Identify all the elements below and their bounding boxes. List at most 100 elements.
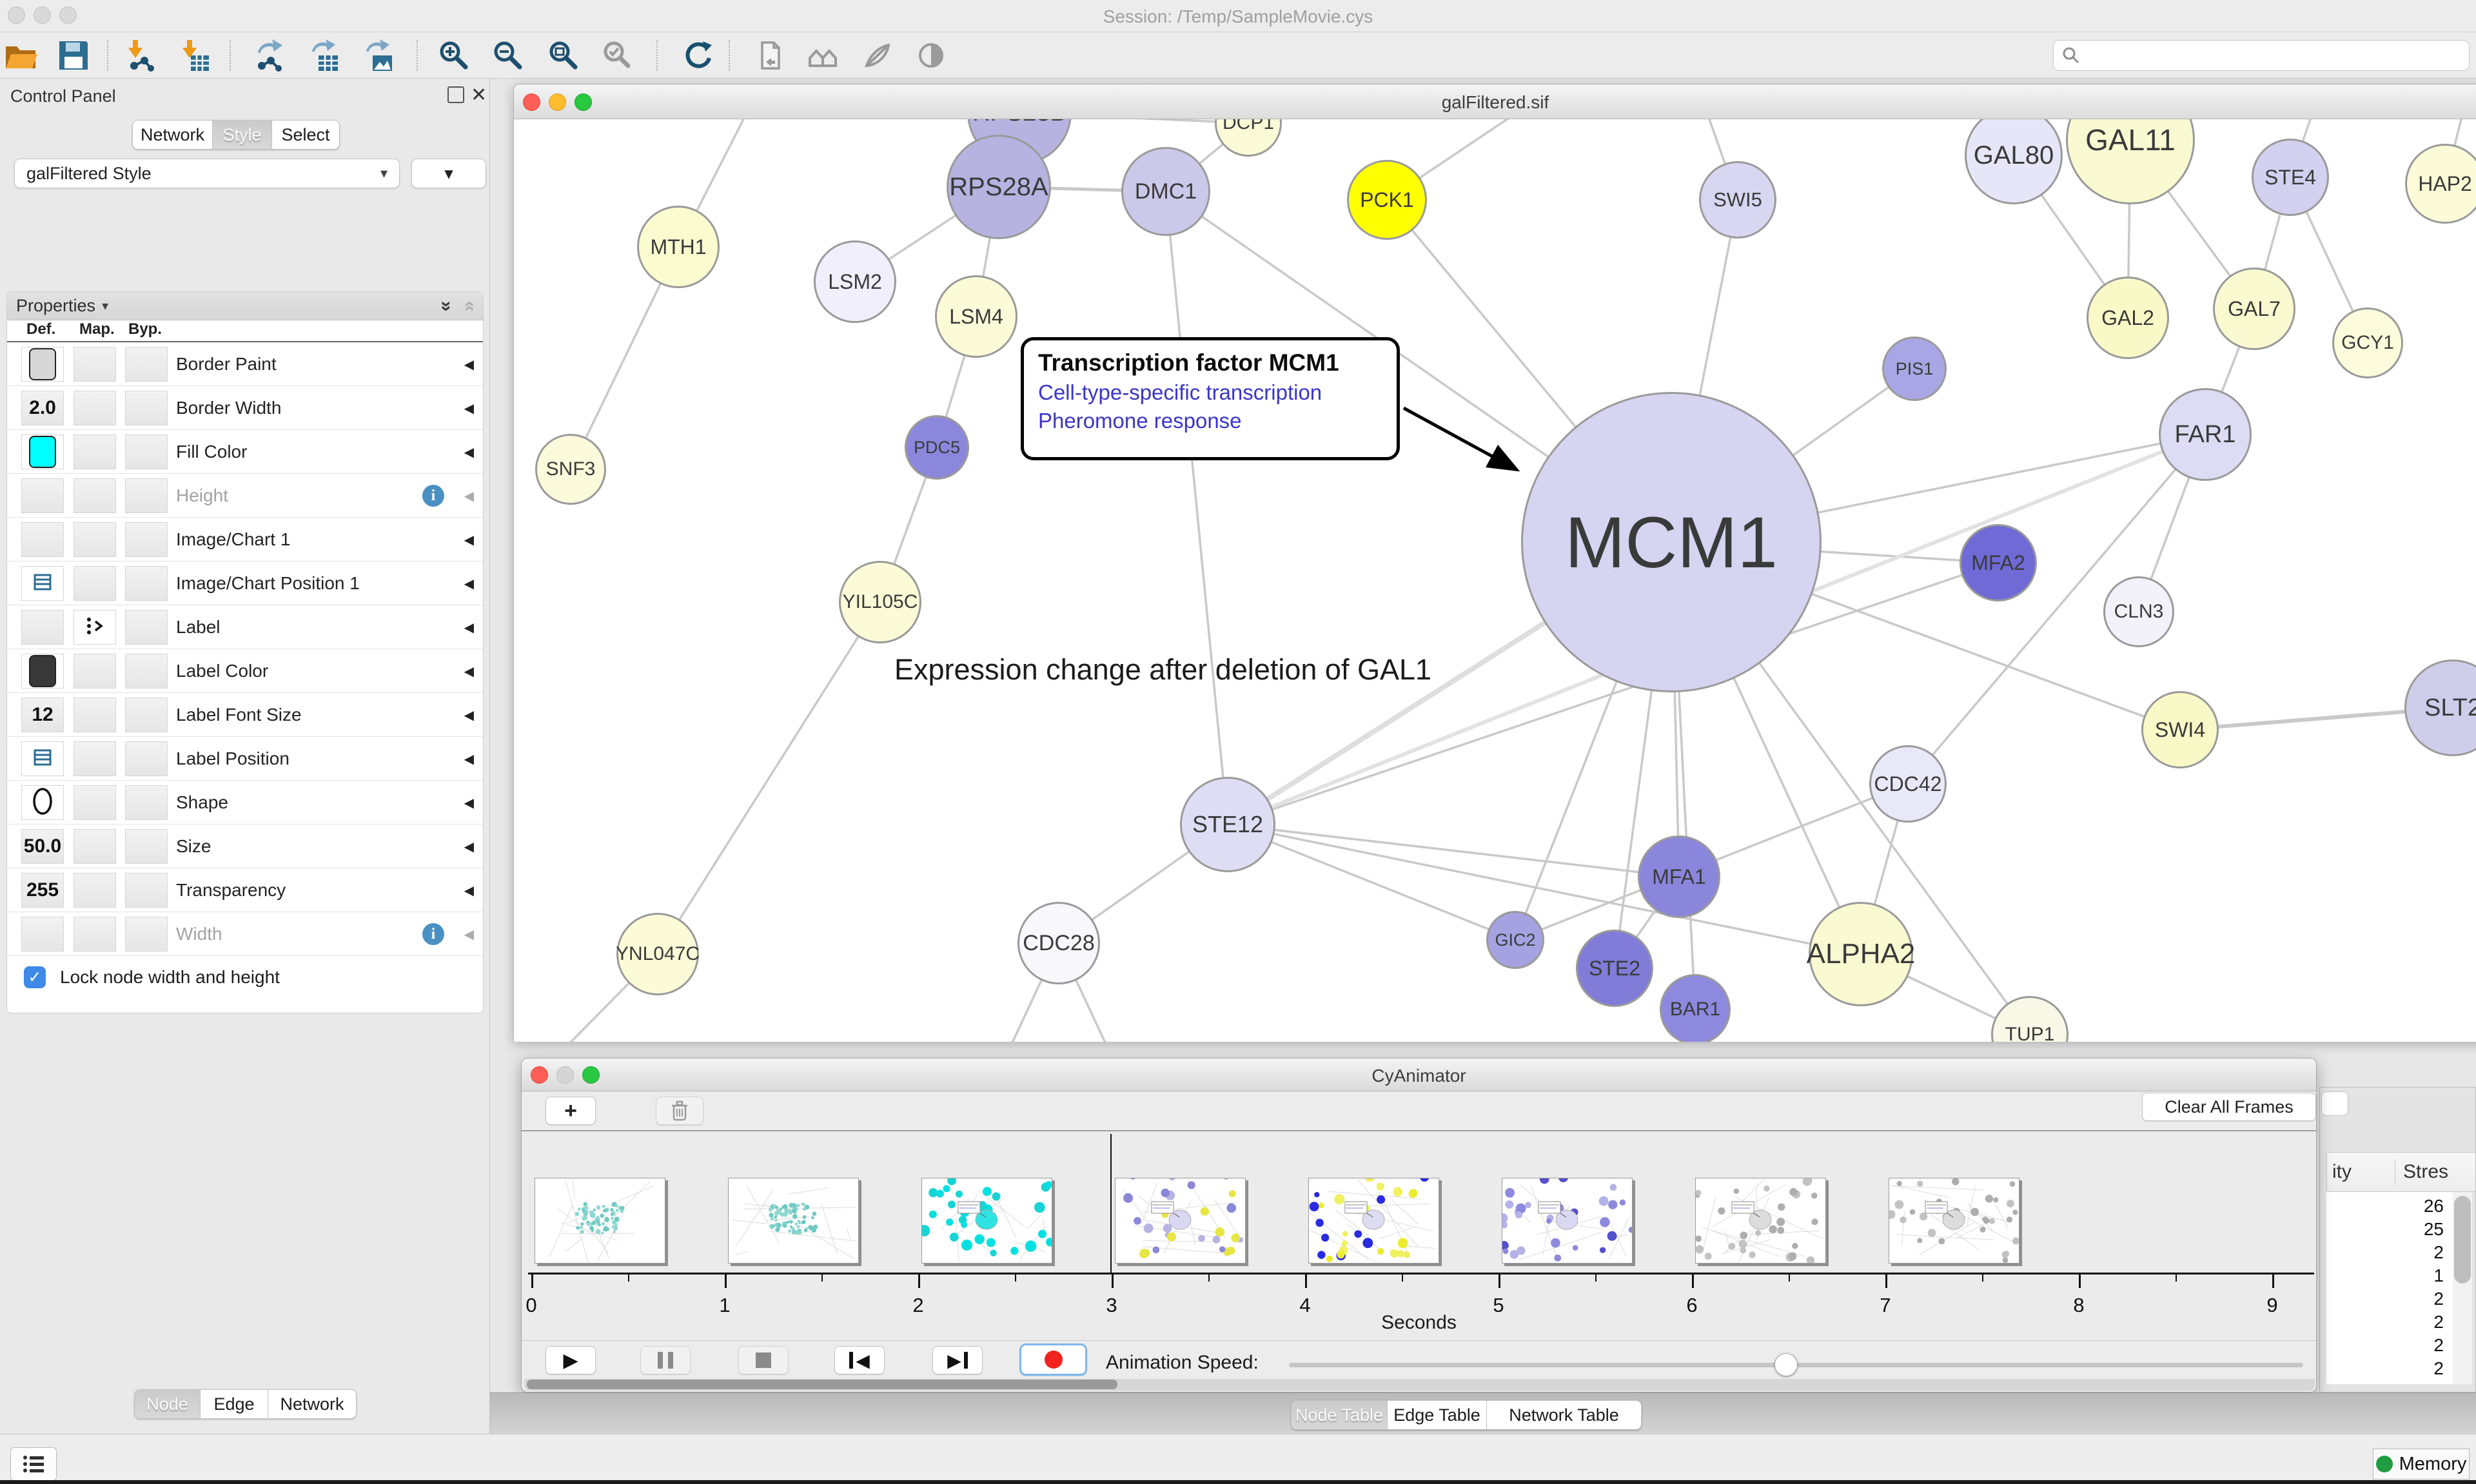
node-gcy1[interactable]: GCY1	[2332, 308, 2403, 378]
skip-start-button[interactable]: ◀	[834, 1346, 885, 1374]
expand-row-icon[interactable]: ◀	[464, 693, 474, 737]
node-gic2[interactable]: GIC2	[1486, 911, 1544, 969]
expand-row-icon[interactable]: ◀	[464, 649, 474, 693]
frame-thumbnail-1[interactable]	[728, 1178, 859, 1264]
search-input[interactable]	[2087, 45, 2461, 66]
expand-row-icon[interactable]: ◀	[464, 781, 474, 825]
import-network-icon[interactable]	[124, 39, 157, 72]
node-mfa2[interactable]: MFA2	[1960, 524, 2037, 601]
map-cell[interactable]	[74, 391, 116, 425]
map-cell[interactable]	[74, 917, 116, 952]
def-cell[interactable]	[21, 741, 64, 776]
node-mfa1[interactable]: MFA1	[1638, 835, 1720, 918]
zoom-fit-icon[interactable]	[547, 39, 580, 72]
table-scrollbar[interactable]	[2453, 1192, 2472, 1384]
delete-frame-button[interactable]	[656, 1097, 703, 1125]
map-cell[interactable]	[74, 829, 116, 864]
node-bar1[interactable]: BAR1	[1660, 974, 1731, 1042]
stop-button[interactable]	[738, 1346, 789, 1374]
task-history-button[interactable]	[10, 1447, 57, 1481]
byp-cell[interactable]	[125, 829, 168, 864]
expand-row-icon[interactable]: ◀	[464, 474, 474, 518]
play-button[interactable]: ▶	[545, 1346, 596, 1374]
expand-row-icon[interactable]: ◀	[464, 386, 474, 430]
tab-node-table[interactable]: Node Table	[1291, 1400, 1388, 1430]
map-cell[interactable]	[74, 566, 116, 601]
open-session-icon[interactable]	[4, 39, 37, 72]
pause-button[interactable]	[640, 1346, 691, 1374]
hscrollbar-thumb[interactable]	[527, 1380, 1117, 1389]
cyanimator-hscrollbar[interactable]	[524, 1379, 2315, 1391]
close-panel-icon[interactable]: ✕	[471, 84, 487, 106]
map-cell[interactable]	[74, 654, 116, 688]
show-details-icon[interactable]	[914, 39, 948, 72]
node-gal2[interactable]: GAL2	[2087, 277, 2169, 359]
playhead[interactable]	[1110, 1134, 1112, 1273]
node-dmc1[interactable]: DMC1	[1121, 147, 1210, 236]
expand-row-icon[interactable]: ◀	[464, 605, 474, 649]
def-cell[interactable]: 12	[21, 698, 64, 732]
tab-style[interactable]: Style	[213, 120, 272, 150]
byp-cell[interactable]	[125, 522, 168, 557]
def-cell[interactable]	[21, 785, 64, 820]
skip-end-button[interactable]: ▶	[932, 1346, 983, 1374]
memory-button[interactable]: Memory	[2373, 1449, 2470, 1479]
byp-cell[interactable]	[125, 478, 168, 513]
frame-thumbnail-6[interactable]	[1695, 1178, 1826, 1264]
frame-thumbnail-2[interactable]	[921, 1178, 1052, 1264]
table-header-row[interactable]: ity Stres	[2326, 1152, 2476, 1192]
expand-row-icon[interactable]: ◀	[464, 868, 474, 912]
map-cell[interactable]	[74, 698, 116, 732]
hide-details-icon[interactable]	[860, 39, 894, 72]
byp-cell[interactable]	[125, 654, 168, 688]
def-cell[interactable]: 2.0	[21, 391, 64, 425]
expand-row-icon[interactable]: ◀	[464, 518, 474, 561]
map-cell[interactable]	[74, 347, 116, 382]
expand-row-icon[interactable]: ◀	[464, 342, 474, 386]
export-image-icon[interactable]	[361, 39, 395, 72]
info-icon[interactable]: i	[422, 923, 444, 945]
collapse-all-icon[interactable]: »	[458, 300, 480, 311]
node-swi5[interactable]: SWI5	[1699, 161, 1776, 239]
panel-tab-node[interactable]: Node	[134, 1389, 201, 1419]
def-cell[interactable]	[21, 610, 64, 645]
map-cell[interactable]	[74, 522, 116, 557]
tab-network-table[interactable]: Network Table	[1487, 1400, 1642, 1430]
map-cell[interactable]	[74, 434, 116, 469]
expand-row-icon[interactable]: ◀	[464, 561, 474, 605]
style-options-button[interactable]: ▾	[411, 159, 486, 188]
expand-row-icon[interactable]: ◀	[464, 737, 474, 781]
tab-select[interactable]: Select	[272, 120, 340, 150]
network-canvas[interactable]: RPS28BDCP1RPS28ADMC1PCK1SWI5GAL80GAL11ST…	[514, 119, 2476, 1042]
color-swatch[interactable]	[29, 436, 56, 468]
node-pck1[interactable]: PCK1	[1347, 160, 1427, 240]
frame-thumbnail-7[interactable]	[1889, 1178, 2019, 1264]
clone-network-icon[interactable]	[752, 39, 785, 72]
byp-cell[interactable]	[125, 785, 168, 820]
map-cell[interactable]	[74, 610, 116, 645]
node-cln3[interactable]: CLN3	[2103, 576, 2174, 647]
cyanimator-titlebar[interactable]: CyAnimator	[522, 1059, 2316, 1091]
def-cell[interactable]	[21, 522, 64, 557]
animation-speed-slider[interactable]	[1289, 1363, 2303, 1367]
table-col-ity[interactable]: ity	[2332, 1161, 2352, 1183]
frame-thumbnail-0[interactable]	[535, 1178, 665, 1264]
node-mth1[interactable]: MTH1	[637, 206, 720, 288]
def-cell[interactable]	[21, 566, 64, 601]
expand-row-icon[interactable]: ◀	[464, 430, 474, 474]
zoom-out-icon[interactable]	[491, 39, 525, 72]
node-lsm2[interactable]: LSM2	[814, 240, 896, 323]
def-cell[interactable]	[21, 434, 64, 469]
byp-cell[interactable]	[125, 610, 168, 645]
style-selector[interactable]: galFiltered Style ▾	[14, 159, 400, 188]
panel-tab-network[interactable]: Network	[268, 1389, 357, 1419]
node-pdc5[interactable]: PDC5	[905, 415, 969, 480]
properties-header[interactable]: Properties ▾ » »	[7, 292, 483, 320]
map-cell[interactable]	[74, 478, 116, 513]
byp-cell[interactable]	[125, 391, 168, 425]
export-table-icon[interactable]	[307, 39, 340, 72]
first-neighbors-icon[interactable]	[806, 39, 840, 72]
timeline[interactable]: Seconds 0123456789	[522, 1130, 2316, 1341]
frame-thumbnail-5[interactable]	[1502, 1178, 1633, 1264]
annotation-link-2[interactable]: Pheromone response	[1038, 409, 1382, 433]
